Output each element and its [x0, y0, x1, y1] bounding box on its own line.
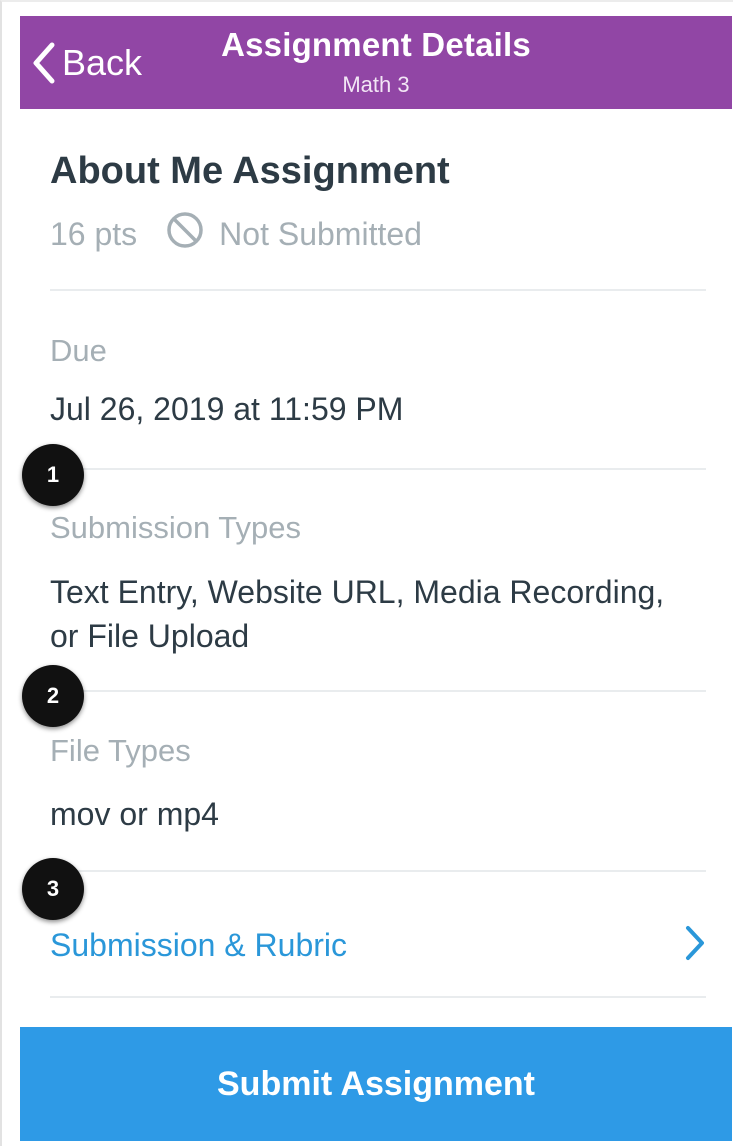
- divider: [50, 996, 706, 998]
- due-label: Due: [50, 333, 107, 368]
- navigation-bar: Back Assignment Details Math 3: [20, 16, 732, 109]
- not-submitted-icon: [165, 210, 219, 258]
- submit-assignment-button[interactable]: Submit Assignment: [20, 1027, 732, 1141]
- due-date: Jul 26, 2019 at 11:59 PM: [50, 391, 404, 427]
- points-label: 16 pts: [50, 215, 138, 252]
- submission-rubric-label: Submission & Rubric: [50, 926, 347, 963]
- callout-badge-3: 3: [22, 858, 84, 920]
- callout-badge-1: 1: [22, 444, 84, 506]
- divider: [50, 870, 706, 872]
- divider: [50, 289, 706, 291]
- chevron-right-icon: [684, 925, 706, 966]
- submission-status: Not Submitted: [219, 215, 422, 252]
- submission-types-value: Text Entry, Website URL, Media Recording…: [50, 574, 665, 654]
- callout-badge-2: 2: [22, 665, 84, 727]
- course-subtitle: Math 3: [342, 72, 410, 97]
- assignment-title: About Me Assignment: [50, 150, 450, 192]
- file-types-value: mov or mp4: [50, 796, 219, 832]
- submission-types-label: Submission Types: [50, 510, 301, 545]
- page-title: Assignment Details: [221, 26, 531, 63]
- submission-rubric-link[interactable]: Submission & Rubric: [50, 915, 706, 975]
- file-types-label: File Types: [50, 733, 191, 768]
- divider: [50, 690, 706, 692]
- divider: [50, 468, 706, 470]
- assignment-meta: 16 pts Not Submitted: [50, 210, 422, 258]
